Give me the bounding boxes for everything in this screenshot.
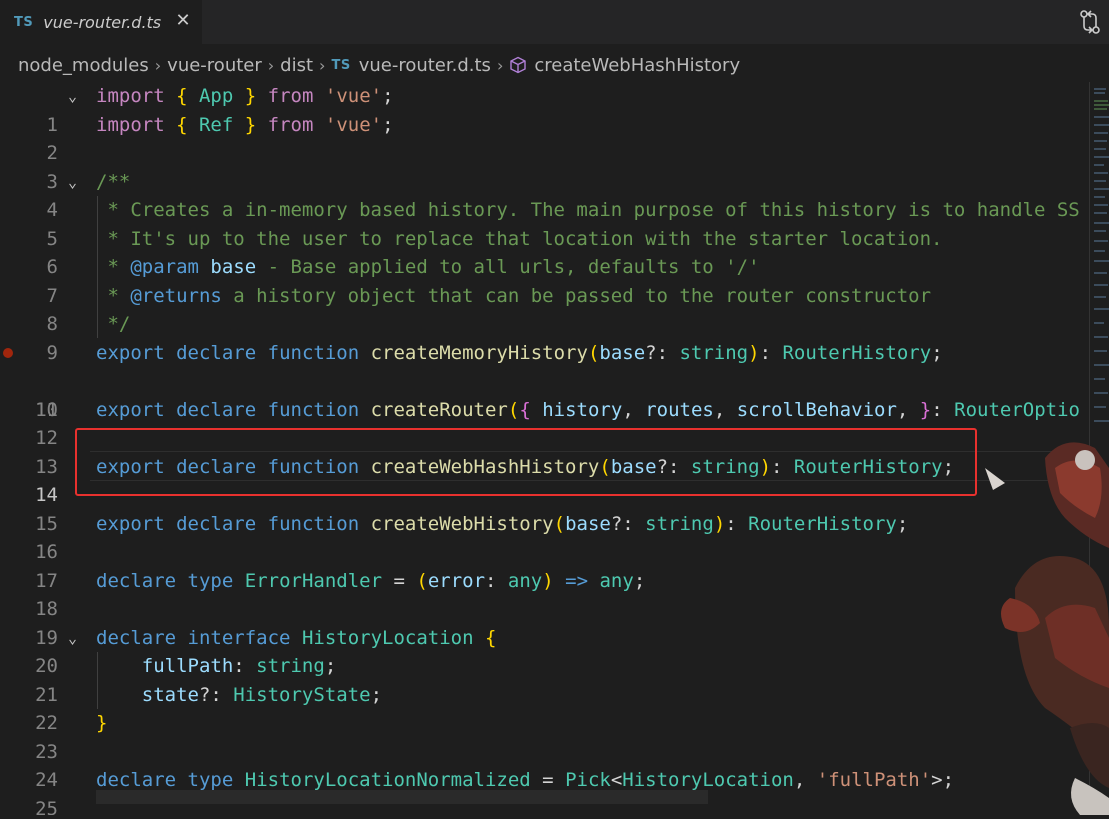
breadcrumb: node_modules › vue-router › dist › TS vu… <box>0 44 1109 86</box>
code-line: 18 declare type ErrorHandler = (error: a… <box>0 567 1089 621</box>
code-line: 9 */ <box>0 310 1089 364</box>
code-line: 1 ⌄ import { App } from 'vue'; <box>0 82 1089 136</box>
typescript-file-icon: TS <box>331 57 351 73</box>
code-line: 11 <box>0 367 1089 421</box>
tab-bar: TS vue-router.d.ts ✕ <box>0 0 1109 44</box>
breakpoint-icon[interactable] <box>3 347 13 358</box>
code-line: 22 state?: HistoryState; <box>0 681 1089 735</box>
chevron-down-icon[interactable]: ⌄ <box>68 168 77 197</box>
chevron-right-icon: › <box>319 55 326 75</box>
code-line: 8 * @returns a history object that can b… <box>0 282 1089 336</box>
chevron-right-icon: › <box>154 55 162 75</box>
code-line: 6 * It's up to the user to replace that … <box>0 225 1089 279</box>
tab-title: vue-router.d.ts <box>43 12 162 32</box>
code-line: 16 export declare function createWebHist… <box>0 510 1089 564</box>
background-character-image <box>985 428 1109 815</box>
code-line: 5 * Creates a in-memory based history. T… <box>0 196 1089 250</box>
code-line: 10 export declare function createMemoryH… <box>0 339 1089 421</box>
compare-changes-icon[interactable] <box>1077 8 1103 36</box>
breadcrumb-symbol[interactable]: createWebHashHistory <box>534 55 740 76</box>
close-icon[interactable]: ✕ <box>172 10 194 32</box>
chevron-right-icon: › <box>496 55 504 75</box>
code-line: 24 <box>0 738 1089 791</box>
highlight-annotation-box <box>75 428 977 496</box>
chevron-down-icon[interactable]: ⌄ <box>68 82 77 111</box>
code-line: 3 <box>0 139 1089 193</box>
chevron-down-icon[interactable]: ⌄ <box>68 624 77 653</box>
breadcrumb-vue-router[interactable]: vue-router <box>167 55 262 76</box>
horizontal-scrollbar[interactable] <box>96 790 708 804</box>
typescript-file-icon: TS <box>14 14 34 30</box>
code-line: 4 ⌄ /** <box>0 168 1089 222</box>
code-line: 2 import { Ref } from 'vue'; <box>0 111 1089 165</box>
breadcrumb-node-modules[interactable]: node_modules <box>18 55 149 76</box>
code-line: 17 <box>0 538 1089 592</box>
cube-icon <box>509 56 527 74</box>
chevron-right-icon: › <box>267 55 275 75</box>
code-line: 20 ⌄ declare interface HistoryLocation { <box>0 624 1089 678</box>
breadcrumb-file[interactable]: vue-router.d.ts <box>359 55 491 76</box>
code-line: 21 fullPath: string; <box>0 652 1089 706</box>
editor-tab[interactable]: TS vue-router.d.ts ✕ <box>0 0 202 44</box>
code-line: 12 export declare function createRouter(… <box>0 396 1089 450</box>
code-line: 7 * @param base - Base applied to all ur… <box>0 253 1089 307</box>
breadcrumb-dist[interactable]: dist <box>280 55 313 76</box>
code-line: 23 } <box>0 709 1089 763</box>
code-line: 19 <box>0 595 1089 649</box>
